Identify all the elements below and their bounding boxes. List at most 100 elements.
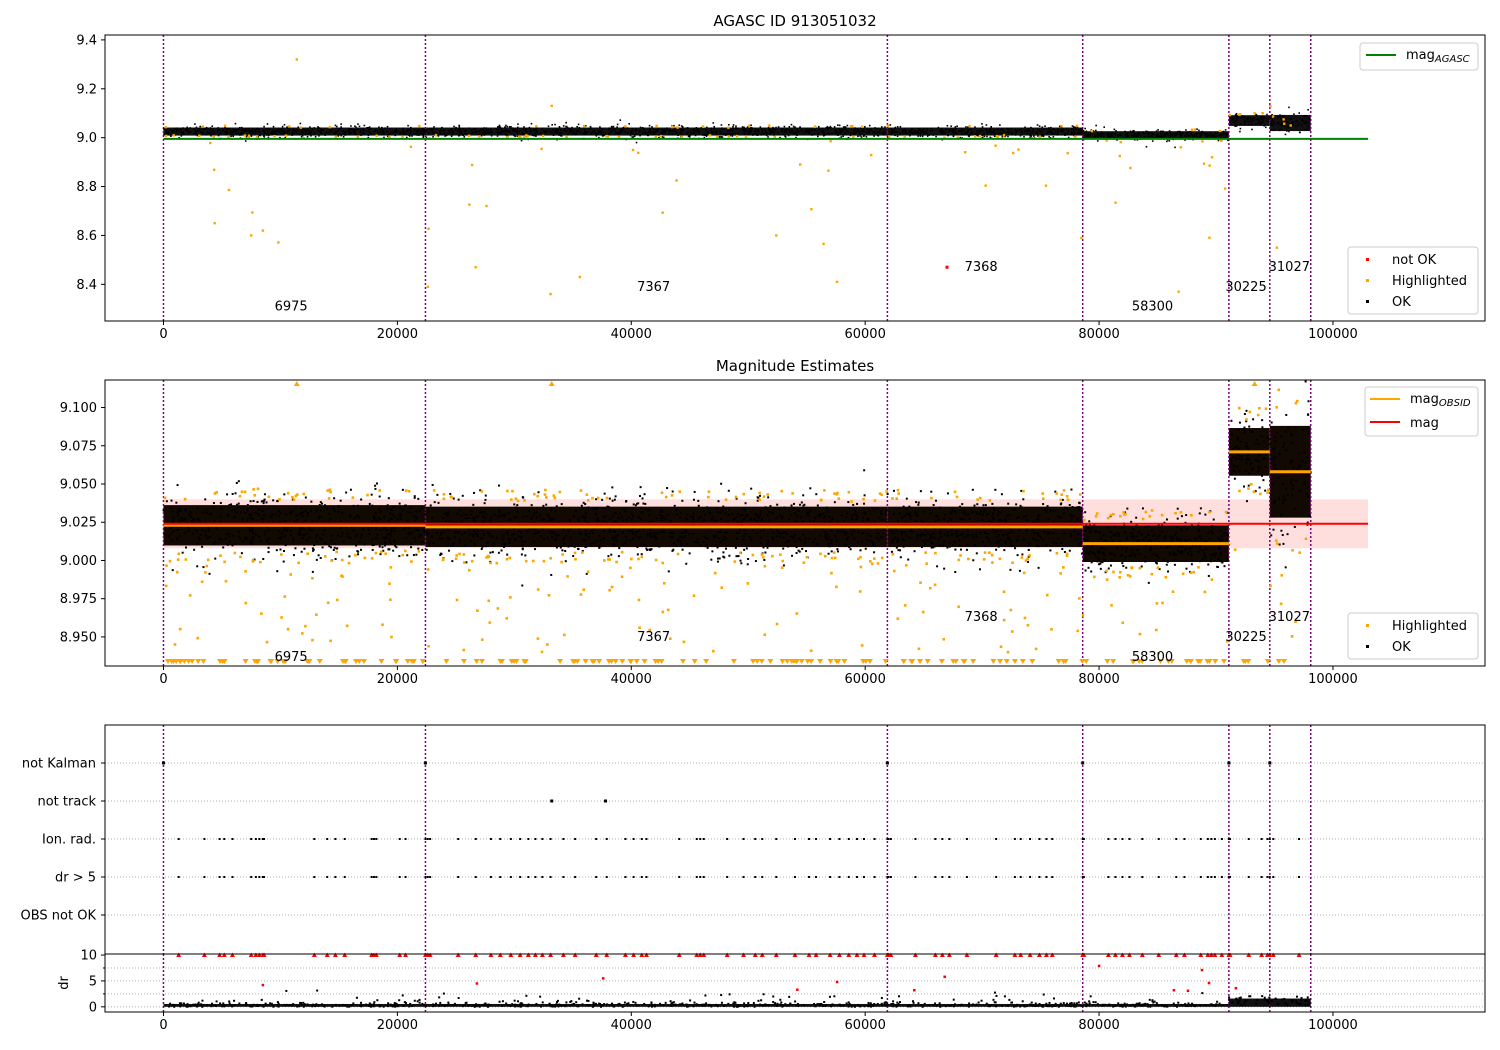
ok-point bbox=[694, 541, 697, 544]
ok-point bbox=[407, 124, 409, 127]
ok-point bbox=[727, 489, 730, 492]
ok-point bbox=[1001, 128, 1004, 130]
ok-point bbox=[978, 512, 981, 515]
ok-point bbox=[368, 126, 371, 128]
ok-point bbox=[482, 515, 485, 518]
ok-point bbox=[1032, 537, 1035, 540]
ok-point bbox=[937, 518, 940, 521]
ok-point bbox=[775, 517, 778, 520]
ok-point bbox=[306, 538, 309, 541]
ok-point bbox=[929, 534, 932, 537]
ok-point bbox=[1210, 557, 1213, 560]
ok-point bbox=[285, 513, 288, 516]
ok-point bbox=[1168, 140, 1171, 142]
ok-point bbox=[215, 527, 218, 530]
ok-point bbox=[786, 127, 788, 130]
ok-point bbox=[1053, 133, 1055, 136]
ok-point bbox=[544, 131, 547, 134]
ok-point bbox=[954, 548, 957, 551]
ok-point bbox=[677, 538, 680, 541]
ok-point bbox=[592, 528, 595, 531]
ok-point bbox=[231, 133, 233, 136]
highlighted-point bbox=[164, 584, 168, 588]
ok-point bbox=[1212, 518, 1215, 521]
highlighted-point bbox=[329, 639, 332, 643]
ok-point bbox=[954, 127, 957, 130]
ok-point bbox=[798, 130, 801, 133]
ok-point bbox=[384, 127, 386, 129]
highlighted-point bbox=[1119, 514, 1122, 518]
ok-point bbox=[983, 531, 986, 534]
ok-point bbox=[959, 517, 962, 520]
ok-point bbox=[555, 131, 557, 133]
ok-point bbox=[171, 520, 174, 523]
ok-point bbox=[527, 509, 530, 512]
ok-point bbox=[661, 514, 664, 517]
highlighted-point bbox=[335, 550, 338, 554]
ok-point bbox=[892, 532, 895, 535]
ok-point bbox=[1090, 561, 1093, 564]
ok-point bbox=[1087, 552, 1090, 555]
ok-point bbox=[1021, 553, 1024, 556]
ok-point bbox=[1189, 538, 1192, 541]
ok-point bbox=[755, 130, 757, 133]
ok-point bbox=[915, 501, 918, 504]
ok-point bbox=[468, 533, 471, 536]
ok-point bbox=[497, 484, 500, 487]
ok-point bbox=[1037, 566, 1040, 569]
ok-point bbox=[628, 123, 630, 125]
ok-point bbox=[244, 511, 247, 514]
ok-point bbox=[498, 124, 501, 127]
ok-point bbox=[1199, 507, 1202, 510]
ok-point bbox=[740, 508, 743, 511]
ok-point bbox=[987, 538, 990, 541]
ok-point bbox=[420, 129, 423, 132]
ok-point bbox=[859, 132, 862, 135]
ok-point bbox=[718, 136, 721, 138]
ok-point bbox=[1180, 528, 1183, 531]
ok-point bbox=[1197, 551, 1200, 554]
highlighted-point bbox=[510, 498, 513, 501]
ok-point bbox=[1175, 525, 1178, 528]
ok-point bbox=[844, 126, 847, 129]
highlighted-point bbox=[277, 241, 280, 244]
ok-point bbox=[335, 132, 337, 135]
ok-point bbox=[1020, 489, 1023, 492]
ok-point bbox=[624, 510, 627, 513]
ok-point bbox=[1036, 532, 1039, 535]
ok-point bbox=[908, 536, 911, 539]
ok-point bbox=[944, 514, 947, 517]
ok-point bbox=[304, 519, 307, 522]
ok-point bbox=[267, 546, 270, 549]
highlighted-point bbox=[1150, 572, 1154, 576]
ok-point bbox=[1103, 554, 1106, 557]
ok-point bbox=[1136, 540, 1139, 543]
ok-point bbox=[739, 559, 742, 562]
highlighted-point bbox=[238, 494, 242, 498]
ok-point bbox=[513, 127, 515, 130]
ok-point bbox=[911, 530, 914, 533]
ok-point bbox=[460, 133, 462, 135]
ok-point bbox=[922, 533, 925, 536]
ok-point bbox=[1287, 125, 1289, 128]
highlighted-point bbox=[1078, 597, 1081, 600]
ok-point bbox=[849, 134, 852, 137]
ok-point bbox=[495, 128, 497, 130]
highlighted-point bbox=[837, 497, 841, 500]
ok-point bbox=[332, 548, 335, 551]
ok-point bbox=[296, 129, 299, 132]
ok-point bbox=[1235, 125, 1238, 127]
ok-point bbox=[340, 123, 342, 125]
ok-point bbox=[901, 538, 904, 541]
ok-point bbox=[589, 125, 592, 128]
ok-point bbox=[254, 132, 256, 134]
highlighted-outlier-point bbox=[578, 275, 582, 279]
ok-point bbox=[533, 134, 535, 137]
highlighted-point bbox=[921, 610, 925, 614]
ok-point bbox=[1138, 552, 1141, 555]
highlighted-point bbox=[244, 570, 247, 573]
ok-point bbox=[311, 547, 314, 550]
ok-point bbox=[196, 130, 199, 133]
ok-point bbox=[292, 554, 295, 557]
highlighted-point bbox=[505, 557, 509, 561]
